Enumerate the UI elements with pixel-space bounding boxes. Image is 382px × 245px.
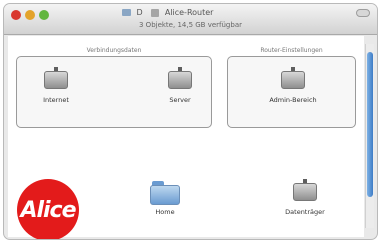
finder-window: D Alice-Router 3 Objekte, 14,5 GB verfüg… — [3, 3, 378, 240]
logo-text: Alice — [20, 197, 76, 223]
settings-panel-caption: Router-Einstellungen — [260, 47, 323, 54]
admin-item[interactable]: Admin-Bereich — [262, 67, 324, 104]
admin-label: Admin-Bereich — [269, 96, 317, 104]
disk-icon — [151, 8, 160, 17]
toolbar-toggle-button[interactable] — [356, 9, 370, 17]
internet-label: Internet — [43, 96, 69, 104]
datentraeger-label: Datenträger — [285, 208, 325, 216]
content-area: Verbindungsdaten Internet Server Router-… — [8, 36, 364, 239]
title-prefix: D — [136, 8, 143, 17]
title-bar[interactable]: D Alice-Router 3 Objekte, 14,5 GB verfüg… — [4, 4, 377, 35]
connection-panel: Verbindungsdaten Internet Server — [16, 47, 212, 128]
internet-item[interactable]: Internet — [31, 67, 81, 104]
home-label: Home — [155, 208, 175, 216]
title-text: Alice-Router — [164, 8, 214, 17]
window-title: D Alice-Router — [122, 8, 213, 17]
status-text: 3 Objekte, 14,5 GB verfügbar — [139, 21, 242, 29]
scroll-thumb[interactable] — [367, 52, 373, 197]
disk-icon — [43, 67, 69, 93]
vertical-scrollbar[interactable] — [365, 44, 374, 228]
disk-icon — [292, 179, 318, 205]
settings-panel: Router-Einstellungen Admin-Bereich — [227, 47, 356, 128]
datentraeger-item[interactable]: Datenträger — [274, 179, 336, 216]
server-label: Server — [169, 96, 191, 104]
server-item[interactable]: Server — [155, 67, 205, 104]
connection-panel-caption: Verbindungsdaten — [86, 47, 142, 54]
alice-logo: Alice — [17, 179, 79, 239]
folder-icon — [122, 9, 131, 16]
folder-icon — [150, 179, 180, 205]
home-item[interactable]: Home — [145, 179, 185, 216]
minimize-icon[interactable] — [25, 10, 35, 20]
disk-icon — [167, 67, 193, 93]
disk-icon — [280, 67, 306, 93]
close-icon[interactable] — [11, 10, 21, 20]
zoom-icon[interactable] — [39, 10, 49, 20]
